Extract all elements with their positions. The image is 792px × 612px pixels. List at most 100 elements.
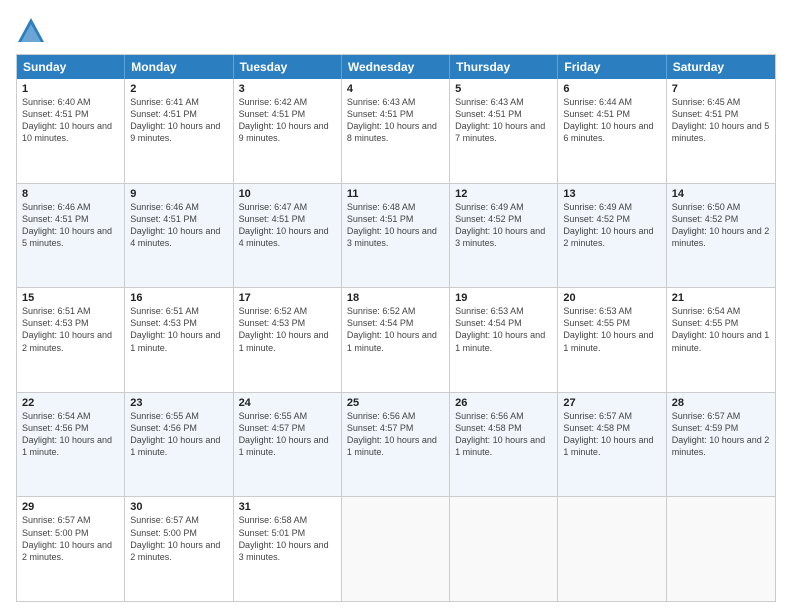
day-cell-4: 4Sunrise: 6:43 AMSunset: 4:51 PMDaylight… [342, 79, 450, 183]
day-cell-20: 20Sunrise: 6:53 AMSunset: 4:55 PMDayligh… [558, 288, 666, 392]
day-cell-19: 19Sunrise: 6:53 AMSunset: 4:54 PMDayligh… [450, 288, 558, 392]
day-number: 12 [455, 188, 552, 200]
cell-info: Sunrise: 6:57 AMSunset: 4:59 PMDaylight:… [672, 410, 770, 459]
cell-info: Sunrise: 6:47 AMSunset: 4:51 PMDaylight:… [239, 201, 336, 250]
cell-info: Sunrise: 6:53 AMSunset: 4:54 PMDaylight:… [455, 305, 552, 354]
cell-info: Sunrise: 6:55 AMSunset: 4:56 PMDaylight:… [130, 410, 227, 459]
empty-cell [342, 497, 450, 601]
header-day-monday: Monday [125, 55, 233, 79]
day-cell-12: 12Sunrise: 6:49 AMSunset: 4:52 PMDayligh… [450, 184, 558, 288]
calendar-row-1: 1Sunrise: 6:40 AMSunset: 4:51 PMDaylight… [17, 79, 775, 183]
cell-info: Sunrise: 6:54 AMSunset: 4:56 PMDaylight:… [22, 410, 119, 459]
calendar-row-4: 22Sunrise: 6:54 AMSunset: 4:56 PMDayligh… [17, 392, 775, 497]
cell-info: Sunrise: 6:51 AMSunset: 4:53 PMDaylight:… [22, 305, 119, 354]
day-number: 27 [563, 397, 660, 409]
cell-info: Sunrise: 6:41 AMSunset: 4:51 PMDaylight:… [130, 96, 227, 145]
day-cell-25: 25Sunrise: 6:56 AMSunset: 4:57 PMDayligh… [342, 393, 450, 497]
cell-info: Sunrise: 6:53 AMSunset: 4:55 PMDaylight:… [563, 305, 660, 354]
day-cell-13: 13Sunrise: 6:49 AMSunset: 4:52 PMDayligh… [558, 184, 666, 288]
header-day-friday: Friday [558, 55, 666, 79]
empty-cell [558, 497, 666, 601]
cell-info: Sunrise: 6:58 AMSunset: 5:01 PMDaylight:… [239, 514, 336, 563]
day-cell-10: 10Sunrise: 6:47 AMSunset: 4:51 PMDayligh… [234, 184, 342, 288]
empty-cell [667, 497, 775, 601]
day-cell-7: 7Sunrise: 6:45 AMSunset: 4:51 PMDaylight… [667, 79, 775, 183]
day-number: 10 [239, 188, 336, 200]
cell-info: Sunrise: 6:57 AMSunset: 5:00 PMDaylight:… [22, 514, 119, 563]
day-number: 4 [347, 83, 444, 95]
day-cell-29: 29Sunrise: 6:57 AMSunset: 5:00 PMDayligh… [17, 497, 125, 601]
header-day-thursday: Thursday [450, 55, 558, 79]
cell-info: Sunrise: 6:57 AMSunset: 4:58 PMDaylight:… [563, 410, 660, 459]
day-cell-22: 22Sunrise: 6:54 AMSunset: 4:56 PMDayligh… [17, 393, 125, 497]
cell-info: Sunrise: 6:51 AMSunset: 4:53 PMDaylight:… [130, 305, 227, 354]
day-cell-8: 8Sunrise: 6:46 AMSunset: 4:51 PMDaylight… [17, 184, 125, 288]
day-number: 1 [22, 83, 119, 95]
day-number: 29 [22, 501, 119, 513]
day-number: 17 [239, 292, 336, 304]
day-cell-31: 31Sunrise: 6:58 AMSunset: 5:01 PMDayligh… [234, 497, 342, 601]
cell-info: Sunrise: 6:44 AMSunset: 4:51 PMDaylight:… [563, 96, 660, 145]
page: SundayMondayTuesdayWednesdayThursdayFrid… [0, 0, 792, 612]
calendar-row-2: 8Sunrise: 6:46 AMSunset: 4:51 PMDaylight… [17, 183, 775, 288]
calendar-row-3: 15Sunrise: 6:51 AMSunset: 4:53 PMDayligh… [17, 287, 775, 392]
cell-info: Sunrise: 6:42 AMSunset: 4:51 PMDaylight:… [239, 96, 336, 145]
cell-info: Sunrise: 6:56 AMSunset: 4:58 PMDaylight:… [455, 410, 552, 459]
cell-info: Sunrise: 6:46 AMSunset: 4:51 PMDaylight:… [22, 201, 119, 250]
day-number: 13 [563, 188, 660, 200]
logo [16, 16, 50, 46]
day-number: 6 [563, 83, 660, 95]
cell-info: Sunrise: 6:40 AMSunset: 4:51 PMDaylight:… [22, 96, 119, 145]
cell-info: Sunrise: 6:48 AMSunset: 4:51 PMDaylight:… [347, 201, 444, 250]
calendar-body: 1Sunrise: 6:40 AMSunset: 4:51 PMDaylight… [17, 79, 775, 601]
day-number: 9 [130, 188, 227, 200]
calendar-header: SundayMondayTuesdayWednesdayThursdayFrid… [17, 55, 775, 79]
day-number: 3 [239, 83, 336, 95]
day-number: 25 [347, 397, 444, 409]
cell-info: Sunrise: 6:43 AMSunset: 4:51 PMDaylight:… [347, 96, 444, 145]
header-day-sunday: Sunday [17, 55, 125, 79]
day-number: 19 [455, 292, 552, 304]
day-cell-27: 27Sunrise: 6:57 AMSunset: 4:58 PMDayligh… [558, 393, 666, 497]
day-number: 8 [22, 188, 119, 200]
day-cell-30: 30Sunrise: 6:57 AMSunset: 5:00 PMDayligh… [125, 497, 233, 601]
day-number: 26 [455, 397, 552, 409]
day-number: 15 [22, 292, 119, 304]
day-cell-3: 3Sunrise: 6:42 AMSunset: 4:51 PMDaylight… [234, 79, 342, 183]
cell-info: Sunrise: 6:57 AMSunset: 5:00 PMDaylight:… [130, 514, 227, 563]
header [16, 16, 776, 46]
day-number: 31 [239, 501, 336, 513]
day-cell-23: 23Sunrise: 6:55 AMSunset: 4:56 PMDayligh… [125, 393, 233, 497]
calendar-row-5: 29Sunrise: 6:57 AMSunset: 5:00 PMDayligh… [17, 496, 775, 601]
day-number: 16 [130, 292, 227, 304]
day-number: 28 [672, 397, 770, 409]
day-number: 11 [347, 188, 444, 200]
day-number: 7 [672, 83, 770, 95]
cell-info: Sunrise: 6:56 AMSunset: 4:57 PMDaylight:… [347, 410, 444, 459]
day-number: 30 [130, 501, 227, 513]
day-cell-21: 21Sunrise: 6:54 AMSunset: 4:55 PMDayligh… [667, 288, 775, 392]
empty-cell [450, 497, 558, 601]
header-day-tuesday: Tuesday [234, 55, 342, 79]
day-number: 22 [22, 397, 119, 409]
day-cell-2: 2Sunrise: 6:41 AMSunset: 4:51 PMDaylight… [125, 79, 233, 183]
day-number: 14 [672, 188, 770, 200]
cell-info: Sunrise: 6:49 AMSunset: 4:52 PMDaylight:… [563, 201, 660, 250]
day-cell-26: 26Sunrise: 6:56 AMSunset: 4:58 PMDayligh… [450, 393, 558, 497]
header-day-wednesday: Wednesday [342, 55, 450, 79]
day-number: 2 [130, 83, 227, 95]
day-cell-28: 28Sunrise: 6:57 AMSunset: 4:59 PMDayligh… [667, 393, 775, 497]
header-day-saturday: Saturday [667, 55, 775, 79]
day-cell-17: 17Sunrise: 6:52 AMSunset: 4:53 PMDayligh… [234, 288, 342, 392]
day-cell-5: 5Sunrise: 6:43 AMSunset: 4:51 PMDaylight… [450, 79, 558, 183]
day-cell-9: 9Sunrise: 6:46 AMSunset: 4:51 PMDaylight… [125, 184, 233, 288]
day-number: 23 [130, 397, 227, 409]
cell-info: Sunrise: 6:45 AMSunset: 4:51 PMDaylight:… [672, 96, 770, 145]
day-number: 5 [455, 83, 552, 95]
day-cell-16: 16Sunrise: 6:51 AMSunset: 4:53 PMDayligh… [125, 288, 233, 392]
day-cell-24: 24Sunrise: 6:55 AMSunset: 4:57 PMDayligh… [234, 393, 342, 497]
day-cell-6: 6Sunrise: 6:44 AMSunset: 4:51 PMDaylight… [558, 79, 666, 183]
logo-icon [16, 16, 46, 46]
day-number: 24 [239, 397, 336, 409]
day-number: 18 [347, 292, 444, 304]
